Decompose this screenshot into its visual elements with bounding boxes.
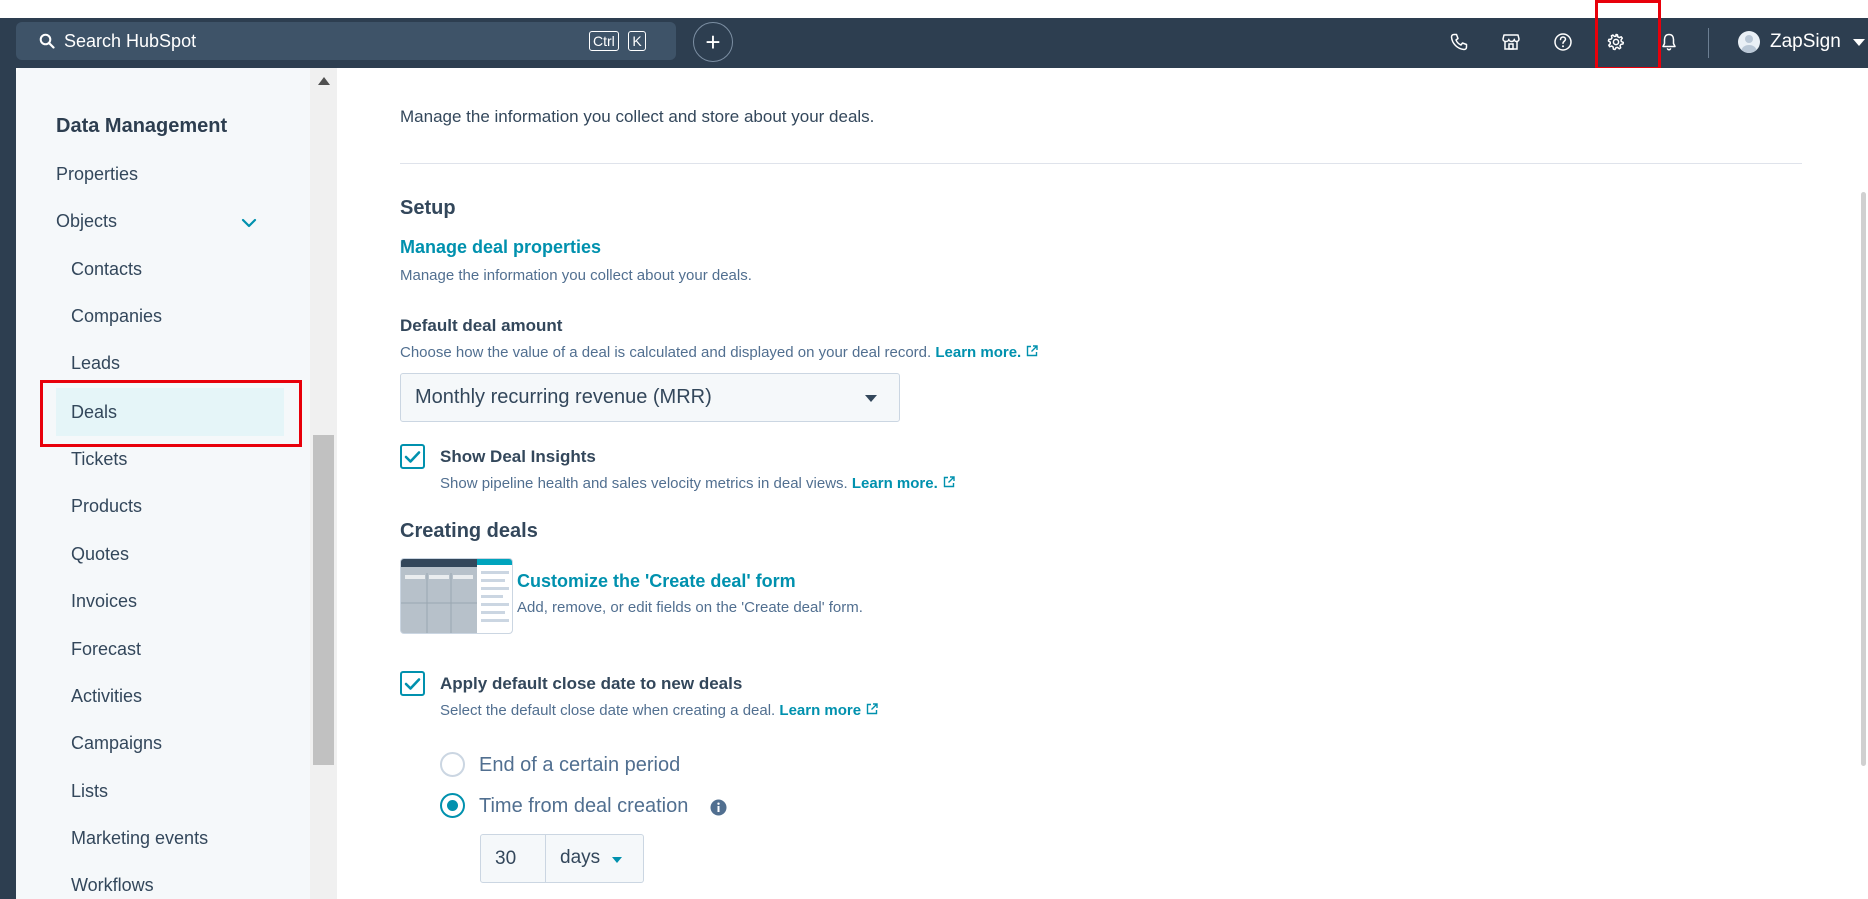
main-scroll-thumb[interactable] xyxy=(1861,192,1866,766)
show-deal-insights-checkbox[interactable] xyxy=(400,444,425,469)
top-navigation-bar: Search HubSpot Ctrl K + ZapSign xyxy=(0,18,1868,68)
caret-down-icon xyxy=(612,857,622,863)
sidebar-item-contacts[interactable]: Contacts xyxy=(71,259,142,280)
global-search-bar[interactable]: Search HubSpot Ctrl K xyxy=(16,22,676,60)
checkmark-icon xyxy=(404,450,421,463)
search-icon xyxy=(38,32,56,50)
apply-default-close-date-help: Select the default close date when creat… xyxy=(440,702,879,719)
external-link-icon xyxy=(867,703,878,715)
sidebar-item-marketing-events[interactable]: Marketing events xyxy=(71,828,208,849)
sidebar-item-objects[interactable]: Objects xyxy=(56,211,117,232)
shortcut-k-key: K xyxy=(628,31,646,51)
show-deal-insights-help: Show pipeline health and sales velocity … xyxy=(440,475,956,492)
page-description: Manage the information you collect and s… xyxy=(400,107,875,126)
sidebar-scroll-thumb[interactable] xyxy=(313,435,334,765)
settings-sidebar: Data Management Properties Objects Conta… xyxy=(16,68,310,899)
sidebar-item-products[interactable]: Products xyxy=(71,496,142,517)
nav-divider xyxy=(1708,28,1709,58)
top-strip xyxy=(0,0,1868,18)
sidebar-scrollbar[interactable] xyxy=(310,68,337,899)
amount-value: 30 xyxy=(495,848,517,869)
apply-default-close-date-help-text: Select the default close date when creat… xyxy=(440,702,776,719)
scroll-up-arrow-icon[interactable] xyxy=(318,77,330,85)
marketplace-icon[interactable] xyxy=(1499,30,1523,54)
sidebar-item-leads[interactable]: Leads xyxy=(71,353,120,374)
unit-value: days xyxy=(560,847,601,868)
account-menu[interactable]: ZapSign xyxy=(1738,26,1865,58)
apply-default-close-date-checkbox[interactable] xyxy=(400,671,425,696)
external-link-icon xyxy=(1027,345,1039,357)
sidebar-item-properties[interactable]: Properties xyxy=(56,164,138,185)
sidebar-item-tickets[interactable]: Tickets xyxy=(71,449,127,470)
learn-more-link[interactable]: Learn more. xyxy=(852,475,938,492)
learn-more-link[interactable]: Learn more. xyxy=(935,344,1021,361)
time-from-creation-radio[interactable] xyxy=(440,793,465,818)
show-deal-insights-label[interactable]: Show Deal Insights xyxy=(440,447,596,467)
creating-deals-heading: Creating deals xyxy=(400,520,538,542)
caret-down-icon xyxy=(865,395,877,402)
sidebar-item-invoices[interactable]: Invoices xyxy=(71,591,137,612)
chevron-down-icon[interactable] xyxy=(240,214,258,232)
close-date-unit-select[interactable]: days xyxy=(546,834,644,883)
time-from-creation-label[interactable]: Time from deal creation xyxy=(479,795,688,818)
customize-create-deal-form-help: Add, remove, or edit fields on the 'Crea… xyxy=(517,599,863,616)
create-deal-form-thumbnail xyxy=(400,558,513,634)
default-deal-amount-help-text: Choose how the value of a deal is calcul… xyxy=(400,344,932,361)
sidebar-item-lists[interactable]: Lists xyxy=(71,781,108,802)
settings-highlight-box xyxy=(1595,0,1661,70)
shortcut-ctrl-key: Ctrl xyxy=(589,31,619,51)
search-placeholder: Search HubSpot xyxy=(64,30,197,51)
left-frame xyxy=(0,68,16,899)
setup-heading: Setup xyxy=(400,197,456,219)
section-divider xyxy=(400,163,1802,164)
phone-icon[interactable] xyxy=(1447,30,1471,54)
show-deal-insights-help-text: Show pipeline health and sales velocity … xyxy=(440,475,848,492)
end-of-period-radio[interactable] xyxy=(440,752,465,777)
selected-value: Monthly recurring revenue (MRR) xyxy=(415,386,712,408)
customize-create-deal-form-link[interactable]: Customize the 'Create deal' form xyxy=(517,571,796,592)
default-deal-amount-select[interactable]: Monthly recurring revenue (MRR) xyxy=(400,373,900,422)
end-of-period-label[interactable]: End of a certain period xyxy=(479,754,680,777)
chevron-down-icon xyxy=(1852,38,1865,46)
sidebar-item-campaigns[interactable]: Campaigns xyxy=(71,733,162,754)
create-new-button[interactable]: + xyxy=(693,22,733,62)
manage-deal-properties-help: Manage the information you collect about… xyxy=(400,267,752,284)
sidebar-item-activities[interactable]: Activities xyxy=(71,686,142,707)
checkmark-icon xyxy=(404,677,421,690)
main-content: Manage the information you collect and s… xyxy=(337,68,1868,899)
app-window: Search HubSpot Ctrl K + ZapSign Data Man… xyxy=(0,0,1868,899)
account-name: ZapSign xyxy=(1770,31,1841,52)
main-scrollbar[interactable] xyxy=(1859,68,1868,899)
manage-deal-properties-link[interactable]: Manage deal properties xyxy=(400,237,601,258)
sidebar-item-quotes[interactable]: Quotes xyxy=(71,544,129,565)
sidebar-section-title: Data Management xyxy=(56,115,228,137)
close-date-amount-input[interactable]: 30 xyxy=(480,834,546,883)
default-deal-amount-help: Choose how the value of a deal is calcul… xyxy=(400,344,1039,361)
external-link-icon xyxy=(943,476,955,488)
learn-more-link[interactable]: Learn more xyxy=(779,702,861,719)
apply-default-close-date-label[interactable]: Apply default close date to new deals xyxy=(440,674,742,694)
sidebar-item-workflows[interactable]: Workflows xyxy=(71,875,154,896)
deals-highlight-box xyxy=(40,380,302,447)
sidebar-item-forecast[interactable]: Forecast xyxy=(71,639,141,660)
default-deal-amount-label: Default deal amount xyxy=(400,316,563,335)
help-icon[interactable] xyxy=(1551,30,1575,54)
avatar xyxy=(1738,31,1760,53)
info-icon[interactable] xyxy=(710,799,727,816)
sidebar-item-companies[interactable]: Companies xyxy=(71,306,162,327)
